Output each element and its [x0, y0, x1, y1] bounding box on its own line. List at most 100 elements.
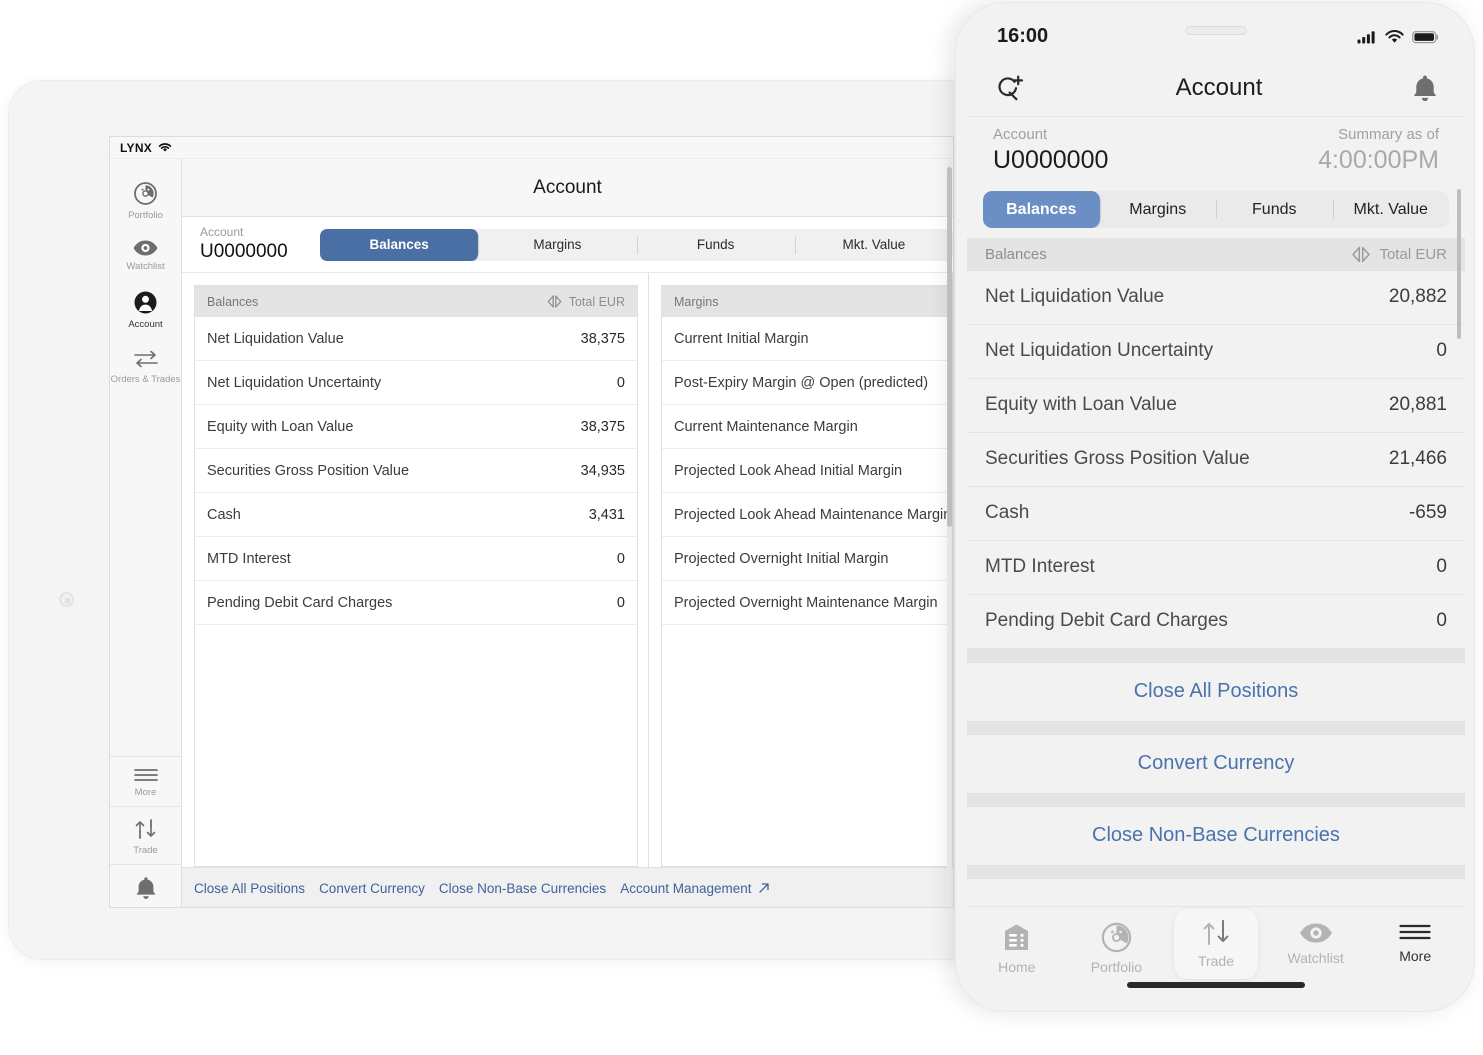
search-add-icon[interactable]: [993, 71, 1027, 105]
table-row[interactable]: Projected Look Ahead Maintenance Margin: [662, 493, 951, 537]
tablet-sidebar: Portfolio Watchlist Account Orders & Tra…: [110, 159, 182, 907]
table-row[interactable]: Cash 3,431: [195, 493, 637, 537]
table-row[interactable]: Projected Overnight Initial Margin: [662, 537, 951, 581]
sidebar-item-trade-label: Trade: [133, 845, 158, 856]
list-item[interactable]: Equity with Loan Value 20,881: [967, 379, 1465, 433]
table-row[interactable]: Securities Gross Position Value 34,935: [195, 449, 637, 493]
close-all-positions-link[interactable]: Close All Positions: [194, 881, 305, 896]
row-value: 38,375: [580, 330, 625, 347]
row-label: Cash: [207, 506, 241, 523]
section-divider: [967, 864, 1465, 879]
phone-account-row: Account U0000000 Summary as of 4:00:00PM: [967, 117, 1465, 181]
phone-tab-home[interactable]: Home: [975, 917, 1059, 975]
phone-currency-selector[interactable]: Total EUR: [1350, 245, 1447, 264]
list-item[interactable]: Cash -659: [967, 487, 1465, 541]
trade-arrows-icon: [1197, 917, 1235, 948]
tablet-account-row: Account U0000000 Balances Margins Funds …: [182, 217, 953, 273]
list-item[interactable]: Net Liquidation Uncertainty 0: [967, 325, 1465, 379]
phone-header: Account: [967, 59, 1465, 117]
sidebar-item-orders-trades[interactable]: Orders & Trades: [110, 338, 182, 393]
sidebar-item-trade[interactable]: Trade: [110, 806, 182, 864]
row-value: 3,431: [588, 506, 625, 523]
close-non-base-currencies-link[interactable]: Close Non-Base Currencies: [439, 881, 606, 896]
phone-tab-trade[interactable]: Trade: [1173, 909, 1258, 979]
row-value: 0: [616, 594, 625, 611]
convert-currency-link[interactable]: Convert Currency: [319, 881, 425, 896]
table-row[interactable]: Pending Debit Card Charges 0: [195, 581, 637, 625]
tab-margins[interactable]: Margins: [478, 229, 636, 261]
sidebar-item-more[interactable]: More: [110, 756, 182, 806]
row-label: Securities Gross Position Value: [207, 462, 410, 479]
sidebar-item-portfolio-label: Portfolio: [128, 210, 163, 221]
hamburger-icon: [1398, 921, 1432, 943]
sidebar-item-portfolio[interactable]: Portfolio: [110, 171, 182, 229]
table-row[interactable]: Equity with Loan Value 38,375: [195, 405, 637, 449]
phone-account-selector[interactable]: Account U0000000: [993, 125, 1108, 177]
account-management-link[interactable]: Account Management: [620, 881, 770, 896]
phone-tab-margins[interactable]: Margins: [1099, 191, 1217, 228]
convert-currency-button[interactable]: Convert Currency: [967, 734, 1465, 793]
phone-scrollbar-thumb[interactable]: [1457, 189, 1461, 339]
row-label: Net Liquidation Value: [207, 330, 344, 347]
sidebar-item-watchlist[interactable]: Watchlist: [110, 229, 182, 280]
summary-as-of-label: Summary as of: [1338, 126, 1439, 143]
list-item[interactable]: Securities Gross Position Value 21,466: [967, 433, 1465, 487]
row-value: 20,881: [1388, 394, 1447, 415]
tablet-scrollbar-thumb[interactable]: [947, 167, 952, 527]
table-row[interactable]: Current Initial Margin: [662, 317, 951, 361]
phone-section-header: Balances Total EUR: [967, 237, 1465, 271]
table-row[interactable]: Projected Look Ahead Initial Margin: [662, 449, 951, 493]
account-selector[interactable]: Account U0000000: [200, 225, 320, 263]
sidebar-item-account[interactable]: Account: [110, 280, 182, 338]
list-item[interactable]: Net Liquidation Value 20,882: [967, 271, 1465, 325]
phone-balances-list: Net Liquidation Value 20,882 Net Liquida…: [967, 270, 1465, 649]
row-label: Projected Look Ahead Maintenance Margin: [674, 506, 952, 523]
account-label: Account: [200, 225, 244, 240]
phone-tab-home-label: Home: [998, 959, 1036, 975]
phone-account-label: Account: [993, 126, 1048, 143]
tablet-main: Account Account U0000000 Balances Margin…: [182, 159, 953, 907]
phone-tab-watchlist-label: Watchlist: [1287, 950, 1344, 966]
tablet-footer-links: Close All Positions Convert Currency Clo…: [182, 867, 953, 907]
row-value: 0: [616, 550, 625, 567]
table-row[interactable]: Net Liquidation Uncertainty 0: [195, 361, 637, 405]
table-row[interactable]: MTD Interest 0: [195, 537, 637, 581]
table-row[interactable]: Projected Overnight Maintenance Margin: [662, 581, 951, 625]
table-row[interactable]: Net Liquidation Value 38,375: [195, 317, 637, 361]
tab-funds[interactable]: Funds: [636, 229, 795, 261]
phone-tab-funds[interactable]: Funds: [1216, 191, 1333, 228]
close-all-positions-button[interactable]: Close All Positions: [967, 662, 1465, 721]
sidebar-item-notifications[interactable]: [110, 864, 182, 907]
row-label: Securities Gross Position Value: [985, 448, 1250, 469]
tab-mkt-value[interactable]: Mkt. Value: [794, 229, 953, 261]
sidebar-item-more-label: More: [134, 787, 157, 798]
tab-balances[interactable]: Balances: [320, 228, 479, 261]
close-all-positions-label: Close All Positions: [1133, 680, 1299, 702]
wifi-icon: [1385, 29, 1404, 44]
close-non-base-currencies-button[interactable]: Close Non-Base Currencies: [967, 806, 1465, 865]
phone-tab-watchlist[interactable]: Watchlist: [1274, 917, 1358, 966]
currency-switch-icon: [1350, 245, 1372, 264]
phone-tab-portfolio[interactable]: Portfolio: [1074, 917, 1158, 975]
row-label: Equity with Loan Value: [985, 394, 1177, 415]
list-item[interactable]: Pending Debit Card Charges 0: [967, 595, 1465, 649]
tablet-body: Portfolio Watchlist Account Orders & Tra…: [110, 159, 953, 907]
phone-section-title: Balances: [985, 245, 1047, 263]
row-label: Post-Expiry Margin @ Open (predicted): [674, 374, 929, 391]
currency-selector[interactable]: Total EUR: [546, 294, 625, 309]
bell-icon[interactable]: [1411, 73, 1439, 103]
phone-tab-more[interactable]: More: [1373, 917, 1457, 964]
hamburger-icon: [133, 767, 159, 783]
list-item[interactable]: MTD Interest 0: [967, 541, 1465, 595]
margins-panel-title: Margins: [674, 294, 719, 309]
table-row[interactable]: Current Maintenance Margin: [662, 405, 951, 449]
row-label: Cash: [985, 502, 1030, 523]
table-row[interactable]: Post-Expiry Margin @ Open (predicted): [662, 361, 951, 405]
phone-tab-balances[interactable]: Balances: [983, 190, 1100, 228]
phone-tab-mkt-value[interactable]: Mkt. Value: [1332, 191, 1450, 228]
trade-arrows-icon: [131, 817, 161, 841]
tablet-panels: Balances Total EUR Net Liquidation Value…: [182, 273, 953, 867]
portfolio-icon: [1100, 921, 1133, 954]
row-label: Equity with Loan Value: [207, 418, 354, 435]
phone-tab-portfolio-label: Portfolio: [1090, 959, 1143, 975]
